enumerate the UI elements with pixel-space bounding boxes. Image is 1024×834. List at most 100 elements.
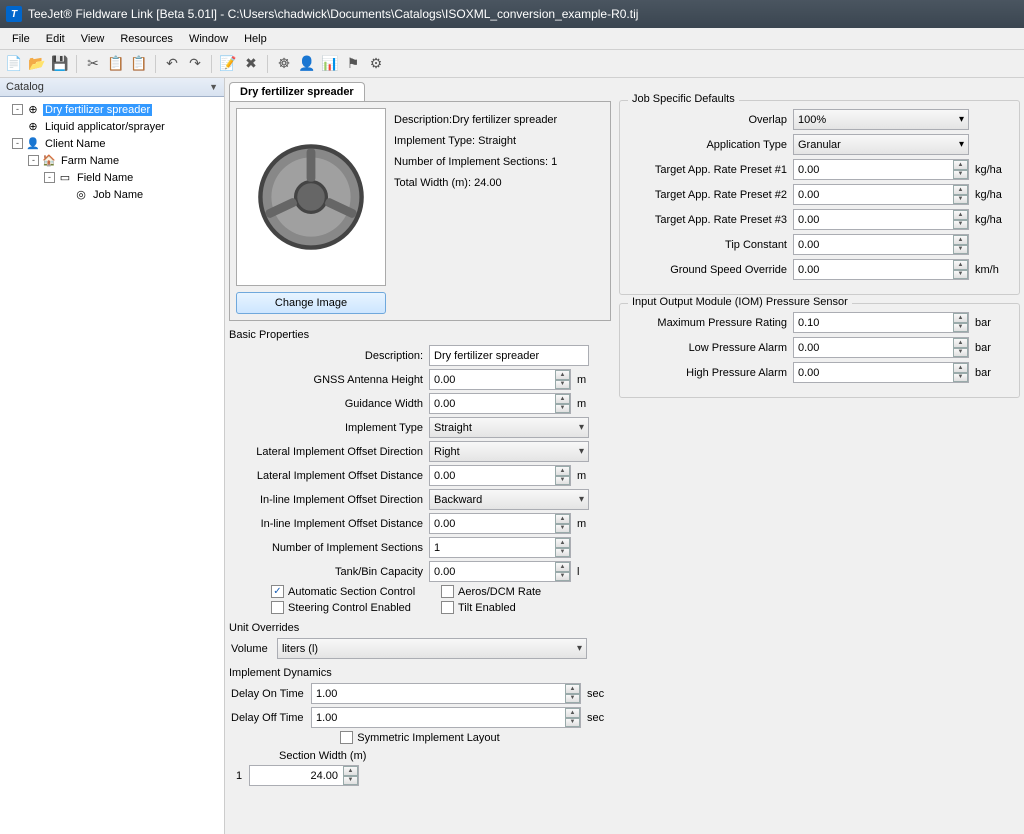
- max-pressure-input[interactable]: [793, 312, 969, 333]
- spinner[interactable]: ▲▼: [953, 338, 968, 357]
- inline-direction-select[interactable]: Backward: [429, 489, 589, 510]
- tree-node[interactable]: ◎Job Name: [2, 186, 222, 203]
- tree-node[interactable]: -🏠Farm Name: [2, 152, 222, 169]
- spinner[interactable]: ▲▼: [555, 538, 570, 557]
- separator: [76, 55, 77, 73]
- tree-item-label: Liquid applicator/sprayer: [43, 121, 167, 133]
- num-sections-input[interactable]: [429, 537, 571, 558]
- asc-checkbox[interactable]: ✓: [271, 585, 284, 598]
- ground-speed-input[interactable]: [793, 259, 969, 280]
- menu-file[interactable]: File: [4, 31, 38, 47]
- tree-node[interactable]: -▭Field Name: [2, 169, 222, 186]
- spinner[interactable]: ▲▼: [953, 313, 968, 332]
- tree-item-icon: ▭: [58, 171, 72, 185]
- expander-icon[interactable]: -: [12, 104, 23, 115]
- iom-fieldset: Input Output Module (IOM) Pressure Senso…: [619, 303, 1020, 398]
- menu-help[interactable]: Help: [236, 31, 275, 47]
- tip-constant-input[interactable]: [793, 234, 969, 255]
- cut-icon[interactable]: ✂: [83, 54, 103, 74]
- preview-info: Description:Dry fertilizer spreader Impl…: [394, 108, 604, 314]
- spinner[interactable]: ▲▼: [953, 235, 968, 254]
- wheel-icon[interactable]: ☸: [274, 54, 294, 74]
- spinner[interactable]: ▲▼: [343, 766, 358, 785]
- chart-icon[interactable]: 📊: [320, 54, 340, 74]
- new-icon[interactable]: 📄: [4, 54, 24, 74]
- iom-title: Input Output Module (IOM) Pressure Senso…: [628, 296, 852, 308]
- edit-icon[interactable]: 📝: [218, 54, 238, 74]
- app-type-select[interactable]: Granular: [793, 134, 969, 155]
- tree-node[interactable]: -👤Client Name: [2, 135, 222, 152]
- spinner[interactable]: ▲▼: [555, 562, 570, 581]
- flag-icon[interactable]: ⚑: [343, 54, 363, 74]
- change-image-button[interactable]: Change Image: [236, 292, 386, 314]
- expander-icon[interactable]: -: [44, 172, 55, 183]
- tree-node[interactable]: -⊕Dry fertilizer spreader: [2, 101, 222, 118]
- spinner[interactable]: ▲▼: [953, 160, 968, 179]
- tab-container: Dry fertilizer spreader: [229, 82, 611, 321]
- unit-overrides-group: Unit Overrides Volumeliters (l): [229, 622, 611, 659]
- steering-checkbox[interactable]: [271, 601, 284, 614]
- spinner[interactable]: ▲▼: [555, 370, 570, 389]
- lateral-direction-select[interactable]: Right: [429, 441, 589, 462]
- tilt-checkbox[interactable]: [441, 601, 454, 614]
- expander-icon[interactable]: -: [28, 155, 39, 166]
- menu-resources[interactable]: Resources: [112, 31, 181, 47]
- tab-implement[interactable]: Dry fertilizer spreader: [229, 82, 365, 101]
- spinner[interactable]: ▲▼: [555, 466, 570, 485]
- expander-icon[interactable]: -: [12, 138, 23, 149]
- delay-on-input[interactable]: [311, 683, 581, 704]
- high-pressure-input[interactable]: [793, 362, 969, 383]
- lateral-distance-input[interactable]: [429, 465, 571, 486]
- redo-icon[interactable]: ↷: [185, 54, 205, 74]
- basic-properties-title: Basic Properties: [229, 329, 611, 341]
- overlap-select[interactable]: 100%: [793, 109, 969, 130]
- symmetric-checkbox[interactable]: [340, 731, 353, 744]
- delay-off-input[interactable]: [311, 707, 581, 728]
- catalog-header[interactable]: Catalog ▼: [0, 78, 224, 97]
- spinner[interactable]: ▲▼: [565, 708, 580, 727]
- tree-item-icon: 👤: [26, 137, 40, 151]
- content-area: Dry fertilizer spreader: [225, 78, 1024, 834]
- paste-icon[interactable]: 📋: [129, 54, 149, 74]
- app-icon: T: [6, 6, 22, 22]
- job-defaults-fieldset: Job Specific Defaults Overlap100% Applic…: [619, 100, 1020, 295]
- guidance-width-input[interactable]: [429, 393, 571, 414]
- tree-node[interactable]: ⊕Liquid applicator/sprayer: [2, 118, 222, 135]
- inline-distance-input[interactable]: [429, 513, 571, 534]
- save-icon[interactable]: 💾: [50, 54, 70, 74]
- unit-overrides-title: Unit Overrides: [229, 622, 611, 634]
- preset1-input[interactable]: [793, 159, 969, 180]
- spinner[interactable]: ▲▼: [555, 394, 570, 413]
- delete-icon[interactable]: ✖: [241, 54, 261, 74]
- gear-icon[interactable]: ⚙: [366, 54, 386, 74]
- spinner[interactable]: ▲▼: [555, 514, 570, 533]
- menu-bar: File Edit View Resources Window Help: [0, 28, 1024, 50]
- volume-unit-select[interactable]: liters (l): [277, 638, 587, 659]
- open-icon[interactable]: 📂: [27, 54, 47, 74]
- spinner[interactable]: ▲▼: [565, 684, 580, 703]
- spinner[interactable]: ▲▼: [953, 210, 968, 229]
- gnss-height-input[interactable]: [429, 369, 571, 390]
- description-input[interactable]: [429, 345, 589, 366]
- tree-item-label: Farm Name: [59, 155, 121, 167]
- undo-icon[interactable]: ↶: [162, 54, 182, 74]
- low-pressure-input[interactable]: [793, 337, 969, 358]
- catalog-title: Catalog: [6, 81, 44, 93]
- menu-edit[interactable]: Edit: [38, 31, 73, 47]
- chevron-down-icon[interactable]: ▼: [209, 82, 218, 92]
- tank-capacity-input[interactable]: [429, 561, 571, 582]
- spinner[interactable]: ▲▼: [953, 260, 968, 279]
- menu-window[interactable]: Window: [181, 31, 236, 47]
- steering-wheel-icon: [256, 142, 366, 252]
- toolbar: 📄 📂 💾 ✂ 📋 📋 ↶ ↷ 📝 ✖ ☸ 👤 📊 ⚑ ⚙: [0, 50, 1024, 78]
- implement-type-select[interactable]: Straight: [429, 417, 589, 438]
- rate-checkbox[interactable]: [441, 585, 454, 598]
- copy-icon[interactable]: 📋: [106, 54, 126, 74]
- person-icon[interactable]: 👤: [297, 54, 317, 74]
- tree-item-icon: ◎: [74, 188, 88, 202]
- menu-view[interactable]: View: [73, 31, 113, 47]
- spinner[interactable]: ▲▼: [953, 363, 968, 382]
- preset3-input[interactable]: [793, 209, 969, 230]
- spinner[interactable]: ▲▼: [953, 185, 968, 204]
- preset2-input[interactable]: [793, 184, 969, 205]
